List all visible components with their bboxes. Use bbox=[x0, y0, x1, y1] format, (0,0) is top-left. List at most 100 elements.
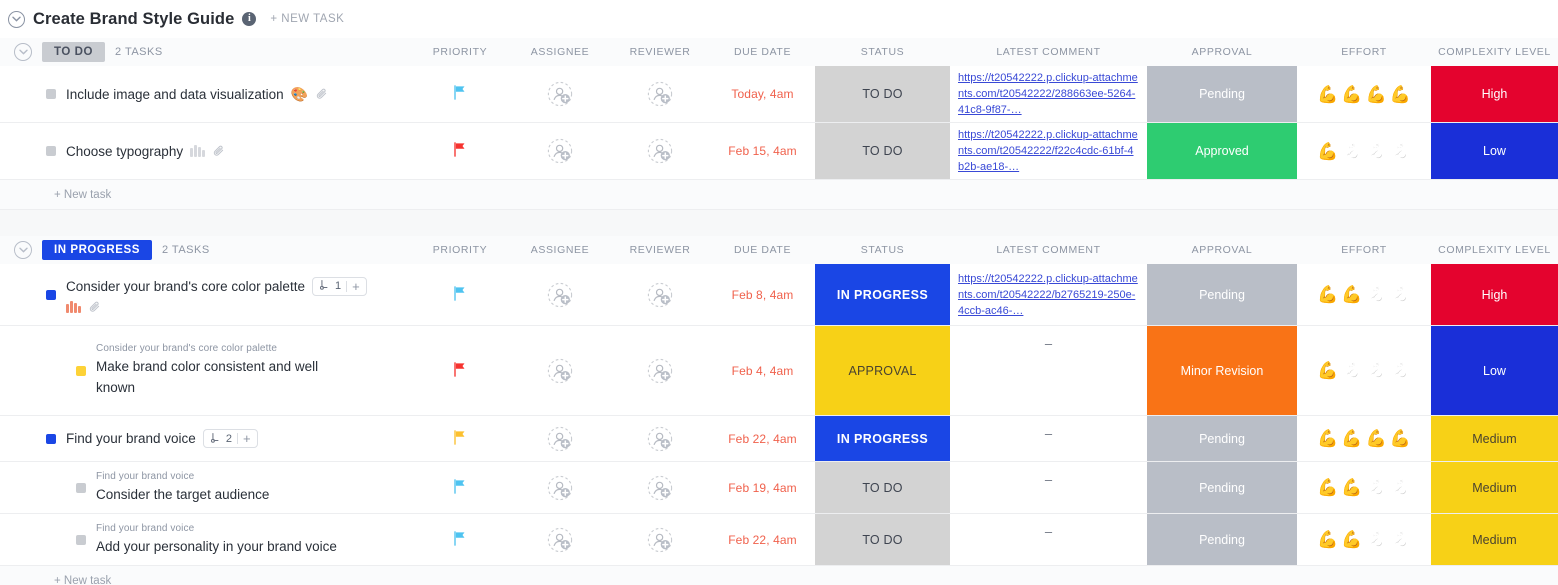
due-date-cell[interactable]: Feb 15, 4am bbox=[710, 123, 815, 179]
task-name[interactable]: Add your personality in your brand voice bbox=[96, 536, 337, 557]
column-header-approval[interactable]: APPROVAL bbox=[1147, 38, 1297, 66]
reviewer-cell[interactable] bbox=[610, 416, 710, 461]
column-header-complexity-level[interactable]: COMPLEXITY LEVEL bbox=[1431, 236, 1558, 264]
add-subtask-icon[interactable]: + bbox=[352, 281, 360, 292]
due-date-cell[interactable]: Feb 4, 4am bbox=[710, 326, 815, 415]
complexity-cell[interactable]: Low bbox=[1431, 123, 1558, 179]
effort-rating[interactable]: 💪💪💪💪 bbox=[1317, 143, 1411, 160]
effort-cell[interactable]: 💪💪💪💪 bbox=[1297, 264, 1431, 325]
task-name[interactable]: Include image and data visualization bbox=[66, 84, 284, 105]
column-header-latest-comment[interactable]: LATEST COMMENT bbox=[950, 38, 1147, 66]
effort-muscle-icon[interactable]: 💪 bbox=[1390, 86, 1411, 103]
effort-muscle-icon[interactable]: 💪 bbox=[1317, 286, 1338, 303]
effort-cell[interactable]: 💪💪💪💪 bbox=[1297, 123, 1431, 179]
approval-cell[interactable]: Pending bbox=[1147, 462, 1297, 513]
complexity-cell[interactable]: High bbox=[1431, 264, 1558, 325]
effort-muscle-icon[interactable]: 💪 bbox=[1341, 479, 1362, 496]
complexity-cell[interactable]: Low bbox=[1431, 326, 1558, 415]
subtask-count-pill[interactable]: 2+ bbox=[203, 429, 258, 448]
assignee-cell[interactable] bbox=[510, 326, 610, 415]
effort-rating[interactable]: 💪💪💪💪 bbox=[1317, 362, 1411, 379]
add-new-task-label[interactable]: + New task bbox=[0, 575, 111, 585]
effort-muscle-icon[interactable]: 💪 bbox=[1341, 430, 1362, 447]
column-header-effort[interactable]: EFFORT bbox=[1297, 38, 1431, 66]
group-status-pill[interactable]: IN PROGRESS bbox=[42, 240, 152, 260]
add-new-task-row[interactable]: + New task bbox=[0, 566, 1558, 585]
effort-cell[interactable]: 💪💪💪💪 bbox=[1297, 416, 1431, 461]
reviewer-cell[interactable] bbox=[610, 462, 710, 513]
effort-muscle-icon[interactable]: 💪 bbox=[1341, 143, 1362, 160]
complexity-cell[interactable]: Medium bbox=[1431, 416, 1558, 461]
effort-muscle-icon[interactable]: 💪 bbox=[1341, 362, 1362, 379]
effort-muscle-icon[interactable]: 💪 bbox=[1390, 286, 1411, 303]
column-header-priority[interactable]: PRIORITY bbox=[410, 38, 510, 66]
effort-muscle-icon[interactable]: 💪 bbox=[1317, 362, 1338, 379]
effort-rating[interactable]: 💪💪💪💪 bbox=[1317, 86, 1411, 103]
status-square[interactable] bbox=[46, 290, 56, 300]
attachment-icon[interactable] bbox=[315, 87, 329, 101]
approval-cell[interactable]: Pending bbox=[1147, 514, 1297, 565]
column-header-assignee[interactable]: ASSIGNEE bbox=[510, 236, 610, 264]
status-cell[interactable]: IN PROGRESS bbox=[815, 264, 950, 325]
status-cell[interactable]: TO DO bbox=[815, 462, 950, 513]
approval-cell[interactable]: Pending bbox=[1147, 416, 1297, 461]
column-header-reviewer[interactable]: REVIEWER bbox=[610, 236, 710, 264]
assignee-cell[interactable] bbox=[510, 462, 610, 513]
effort-muscle-icon[interactable]: 💪 bbox=[1317, 479, 1338, 496]
latest-comment-link[interactable]: https://t20542222.p.clickup-attachments.… bbox=[958, 127, 1139, 175]
effort-muscle-icon[interactable]: 💪 bbox=[1317, 430, 1338, 447]
status-square[interactable] bbox=[76, 535, 86, 545]
info-icon[interactable]: i bbox=[242, 12, 256, 26]
column-header-effort[interactable]: EFFORT bbox=[1297, 236, 1431, 264]
status-cell[interactable]: APPROVAL bbox=[815, 326, 950, 415]
latest-comment-cell[interactable]: https://t20542222.p.clickup-attachments.… bbox=[950, 123, 1147, 179]
add-reviewer-icon[interactable] bbox=[647, 358, 673, 384]
table-row[interactable]: Find your brand voice2+Feb 22, 4amIN PRO… bbox=[0, 416, 1558, 462]
task-name-cell[interactable]: Find your brand voiceAdd your personalit… bbox=[0, 514, 410, 565]
status-square[interactable] bbox=[76, 366, 86, 376]
add-reviewer-icon[interactable] bbox=[647, 81, 673, 107]
effort-muscle-icon[interactable]: 💪 bbox=[1390, 362, 1411, 379]
assignee-cell[interactable] bbox=[510, 416, 610, 461]
effort-muscle-icon[interactable]: 💪 bbox=[1366, 430, 1387, 447]
due-date-cell[interactable]: Feb 8, 4am bbox=[710, 264, 815, 325]
add-new-task-label[interactable]: + New task bbox=[0, 189, 111, 201]
assignee-cell[interactable] bbox=[510, 264, 610, 325]
add-reviewer-icon[interactable] bbox=[647, 426, 673, 452]
effort-cell[interactable]: 💪💪💪💪 bbox=[1297, 462, 1431, 513]
subtask-count-pill[interactable]: 1+ bbox=[312, 277, 367, 296]
effort-rating[interactable]: 💪💪💪💪 bbox=[1317, 531, 1411, 548]
status-cell[interactable]: TO DO bbox=[815, 66, 950, 122]
table-row[interactable]: Include image and data visualization🎨Tod… bbox=[0, 66, 1558, 123]
assignee-cell[interactable] bbox=[510, 123, 610, 179]
reviewer-cell[interactable] bbox=[610, 326, 710, 415]
approval-cell[interactable]: Approved bbox=[1147, 123, 1297, 179]
due-date-cell[interactable]: Feb 22, 4am bbox=[710, 416, 815, 461]
priority-cell[interactable] bbox=[410, 416, 510, 461]
approval-cell[interactable]: Minor Revision bbox=[1147, 326, 1297, 415]
add-assignee-icon[interactable] bbox=[547, 81, 573, 107]
new-task-top-button[interactable]: + NEW TASK bbox=[270, 13, 344, 25]
table-row[interactable]: Consider your brand's core color palette… bbox=[0, 264, 1558, 326]
complexity-cell[interactable]: Medium bbox=[1431, 462, 1558, 513]
effort-muscle-icon[interactable]: 💪 bbox=[1341, 531, 1362, 548]
add-assignee-icon[interactable] bbox=[547, 426, 573, 452]
status-cell[interactable]: TO DO bbox=[815, 514, 950, 565]
effort-muscle-icon[interactable]: 💪 bbox=[1390, 479, 1411, 496]
priority-flag-icon[interactable] bbox=[453, 85, 467, 103]
effort-cell[interactable]: 💪💪💪💪 bbox=[1297, 514, 1431, 565]
priority-flag-icon[interactable] bbox=[453, 430, 467, 448]
effort-muscle-icon[interactable]: 💪 bbox=[1366, 362, 1387, 379]
effort-muscle-icon[interactable]: 💪 bbox=[1341, 286, 1362, 303]
table-row[interactable]: Find your brand voiceConsider the target… bbox=[0, 462, 1558, 514]
task-name-cell[interactable]: Find your brand voiceConsider the target… bbox=[0, 462, 410, 513]
add-assignee-icon[interactable] bbox=[547, 282, 573, 308]
effort-muscle-icon[interactable]: 💪 bbox=[1390, 531, 1411, 548]
status-square[interactable] bbox=[46, 434, 56, 444]
priority-flag-icon[interactable] bbox=[453, 142, 467, 160]
latest-comment-cell[interactable]: – bbox=[950, 416, 1147, 461]
priority-cell[interactable] bbox=[410, 514, 510, 565]
column-header-status[interactable]: STATUS bbox=[815, 236, 950, 264]
effort-muscle-icon[interactable]: 💪 bbox=[1341, 86, 1362, 103]
effort-muscle-icon[interactable]: 💪 bbox=[1366, 86, 1387, 103]
